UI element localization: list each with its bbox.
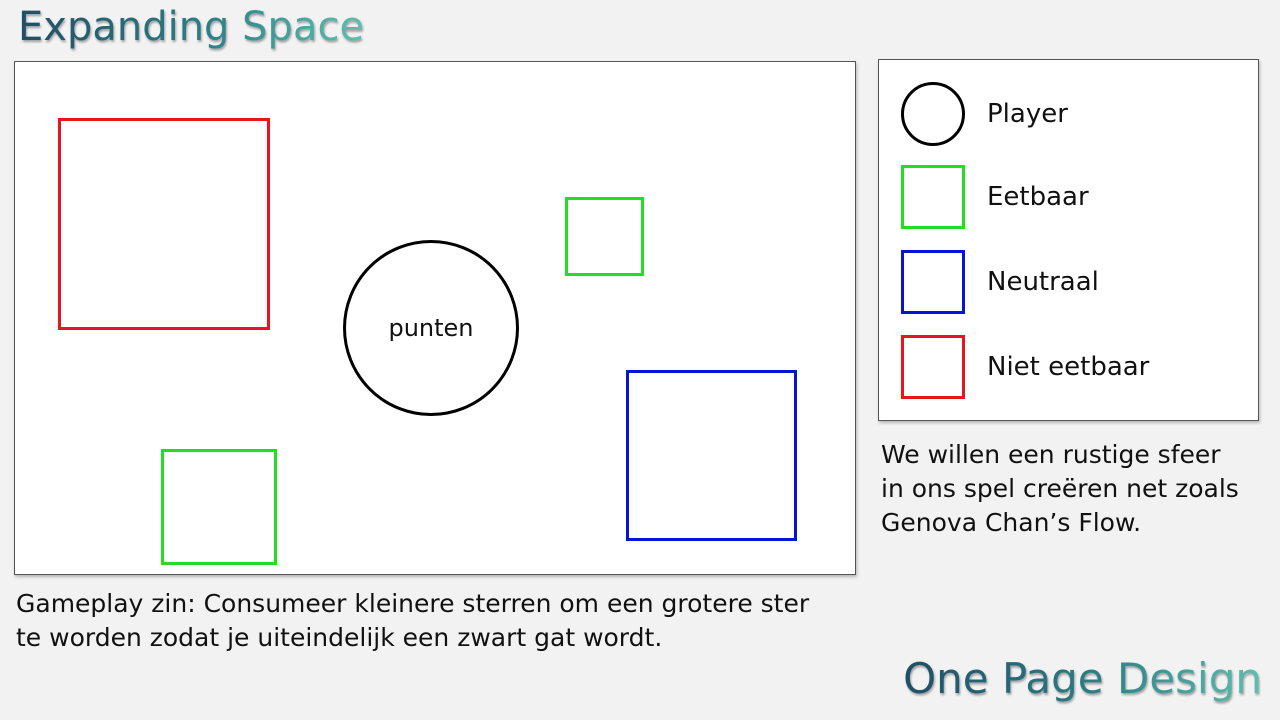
legend-item-neutraal: Neutraal	[901, 249, 1099, 315]
green-square-eetbaar-small	[565, 197, 644, 276]
legend-label: Eetbaar	[987, 182, 1089, 212]
player-circle: punten	[343, 240, 519, 416]
blue-square-neutraal	[626, 370, 797, 541]
player-circle-icon	[901, 82, 965, 146]
player-score-label: punten	[388, 314, 474, 342]
footer-title: One Page Design	[903, 654, 1262, 703]
red-square-niet-eetbaar	[58, 118, 270, 330]
legend-label: Player	[987, 99, 1068, 129]
red-square-icon	[901, 335, 965, 399]
note-line: in ons spel creëren net zoals	[881, 474, 1239, 503]
note-line: Genova Chan’s Flow.	[881, 508, 1142, 537]
legend-label: Neutraal	[987, 267, 1099, 297]
legend-label: Niet eetbaar	[987, 352, 1150, 382]
green-square-icon	[901, 165, 965, 229]
note-line: We willen een rustige sfeer	[881, 440, 1221, 469]
legend-item-eetbaar: Eetbaar	[901, 164, 1089, 230]
legend-panel: Player Eetbaar Neutraal Niet eetbaar	[878, 59, 1259, 421]
blue-square-icon	[901, 250, 965, 314]
gameplay-line: te worden zodat je uiteindelijk een zwar…	[16, 623, 663, 652]
gameplay-line: Gameplay zin: Consumeer kleinere sterren…	[16, 589, 810, 618]
design-note: We willen een rustige sfeer in ons spel …	[881, 438, 1239, 540]
legend-item-player: Player	[901, 81, 1068, 147]
game-board: punten	[14, 61, 856, 575]
slide-title: Expanding Space	[18, 4, 365, 50]
legend-item-niet-eetbaar: Niet eetbaar	[901, 334, 1149, 400]
green-square-eetbaar	[161, 449, 277, 565]
gameplay-sentence: Gameplay zin: Consumeer kleinere sterren…	[16, 587, 809, 655]
